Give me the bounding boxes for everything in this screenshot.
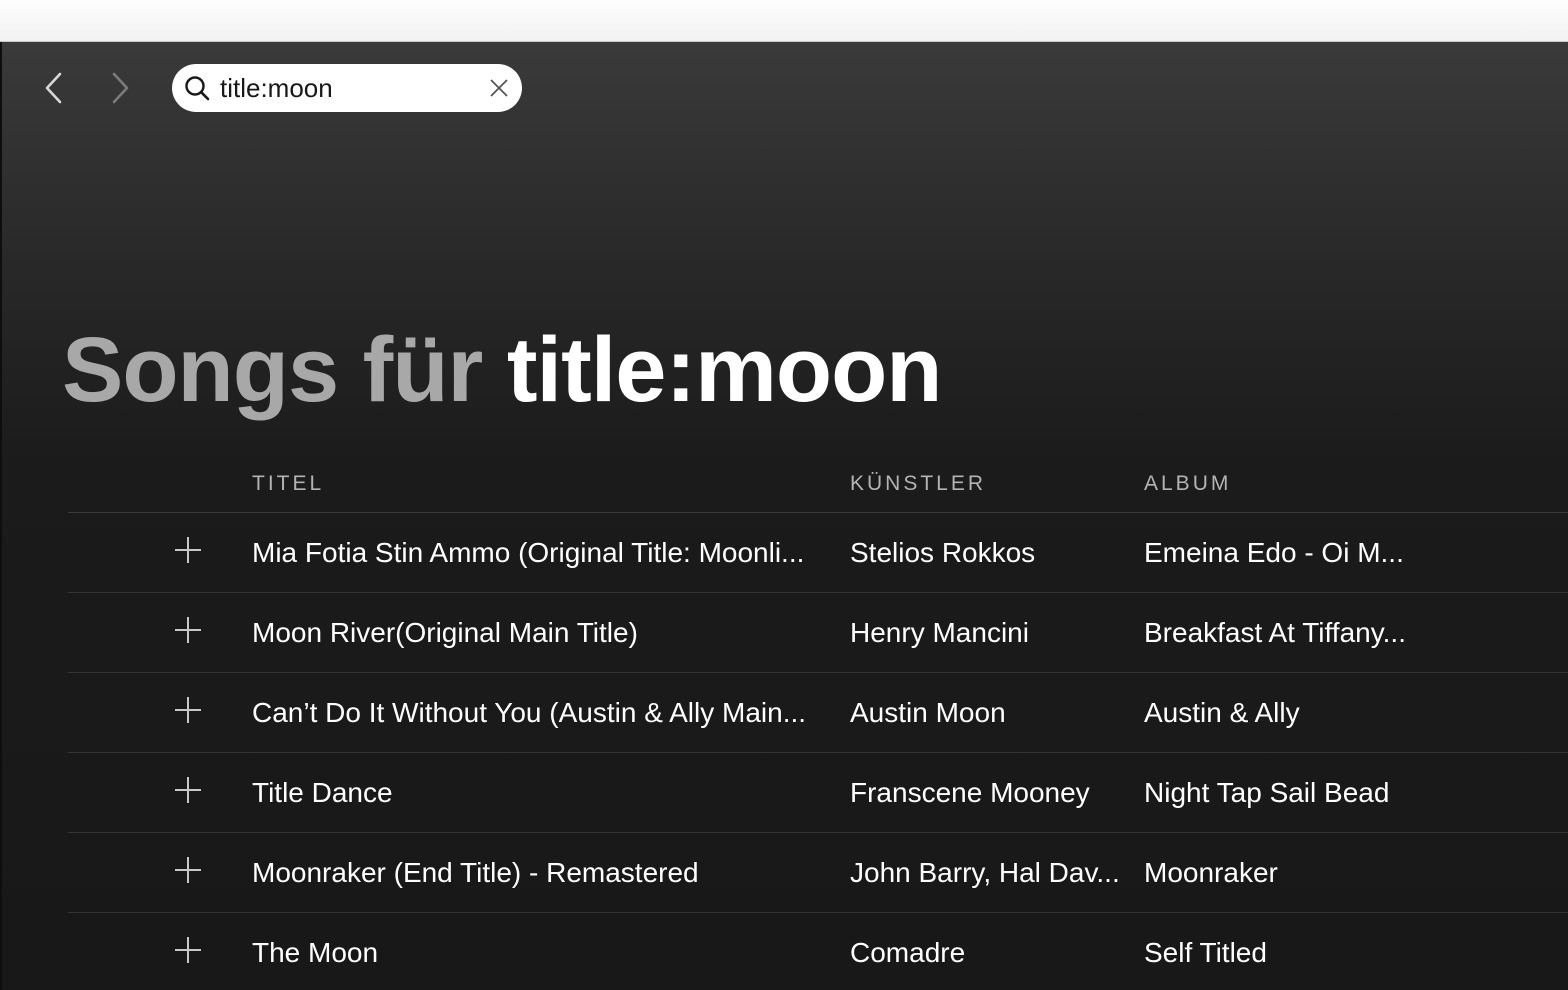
app-main: Songs für title:moon TITEL KÜNSTLER ALBU… [0,42,1568,990]
column-header-artist[interactable]: KÜNSTLER [850,472,986,496]
search-box[interactable] [172,64,522,112]
table-row[interactable]: Moonraker (End Title) - Remastered John … [68,833,1568,913]
add-icon[interactable] [173,855,203,885]
close-icon[interactable] [488,77,510,99]
track-artist[interactable]: Stelios Rokkos [850,535,1130,571]
track-artist[interactable]: Henry Mancini [850,615,1130,651]
table-row[interactable]: Title Dance Franscene Mooney Night Tap S… [68,753,1568,833]
table-row[interactable]: The Moon Comadre Self Titled [68,913,1568,990]
table-row[interactable]: Mia Fotia Stin Ammo (Original Title: Moo… [68,513,1568,593]
page-title: Songs für title:moon [62,319,943,421]
track-title[interactable]: The Moon [252,935,822,971]
table-header: TITEL KÜNSTLER ALBUM [68,454,1568,513]
track-title[interactable]: Moonraker (End Title) - Remastered [252,855,822,891]
search-icon [185,76,210,101]
track-title[interactable]: Title Dance [252,775,822,811]
track-album[interactable]: Night Tap Sail Bead [1144,775,1424,811]
add-icon[interactable] [173,775,203,805]
track-title[interactable]: Moon River(Original Main Title) [252,615,822,651]
track-title[interactable]: Mia Fotia Stin Ammo (Original Title: Moo… [252,535,822,571]
track-artist[interactable]: John Barry, Hal Dav... [850,855,1130,891]
column-header-title[interactable]: TITEL [252,472,324,496]
chevron-left-icon [45,72,62,104]
track-artist[interactable]: Austin Moon [850,695,1130,731]
track-album[interactable]: Self Titled [1144,935,1424,971]
page-title-prefix: Songs für [62,319,483,421]
add-icon[interactable] [173,695,203,725]
track-album[interactable]: Moonraker [1144,855,1424,891]
track-album[interactable]: Breakfast At Tiffany... [1144,615,1424,651]
window-titlebar [0,0,1568,42]
track-artist[interactable]: Comadre [850,935,1130,971]
table-row[interactable]: Can’t Do It Without You (Austin & Ally M… [68,673,1568,753]
add-icon[interactable] [173,535,203,565]
add-icon[interactable] [173,935,203,965]
forward-button[interactable] [102,70,138,106]
track-artist[interactable]: Franscene Mooney [850,775,1130,811]
track-title[interactable]: Can’t Do It Without You (Austin & Ally M… [252,695,822,731]
search-input[interactable] [220,70,470,106]
add-icon[interactable] [173,615,203,645]
chevron-right-icon [112,72,129,104]
songs-table: TITEL KÜNSTLER ALBUM Mia Fotia Stin Ammo… [68,454,1568,990]
column-header-album[interactable]: ALBUM [1144,472,1231,496]
track-album[interactable]: Emeina Edo - Oi M... [1144,535,1424,571]
page-title-query: title:moon [506,319,943,421]
table-row[interactable]: Moon River(Original Main Title) Henry Ma… [68,593,1568,673]
track-album[interactable]: Austin & Ally [1144,695,1424,731]
back-button[interactable] [36,70,72,106]
